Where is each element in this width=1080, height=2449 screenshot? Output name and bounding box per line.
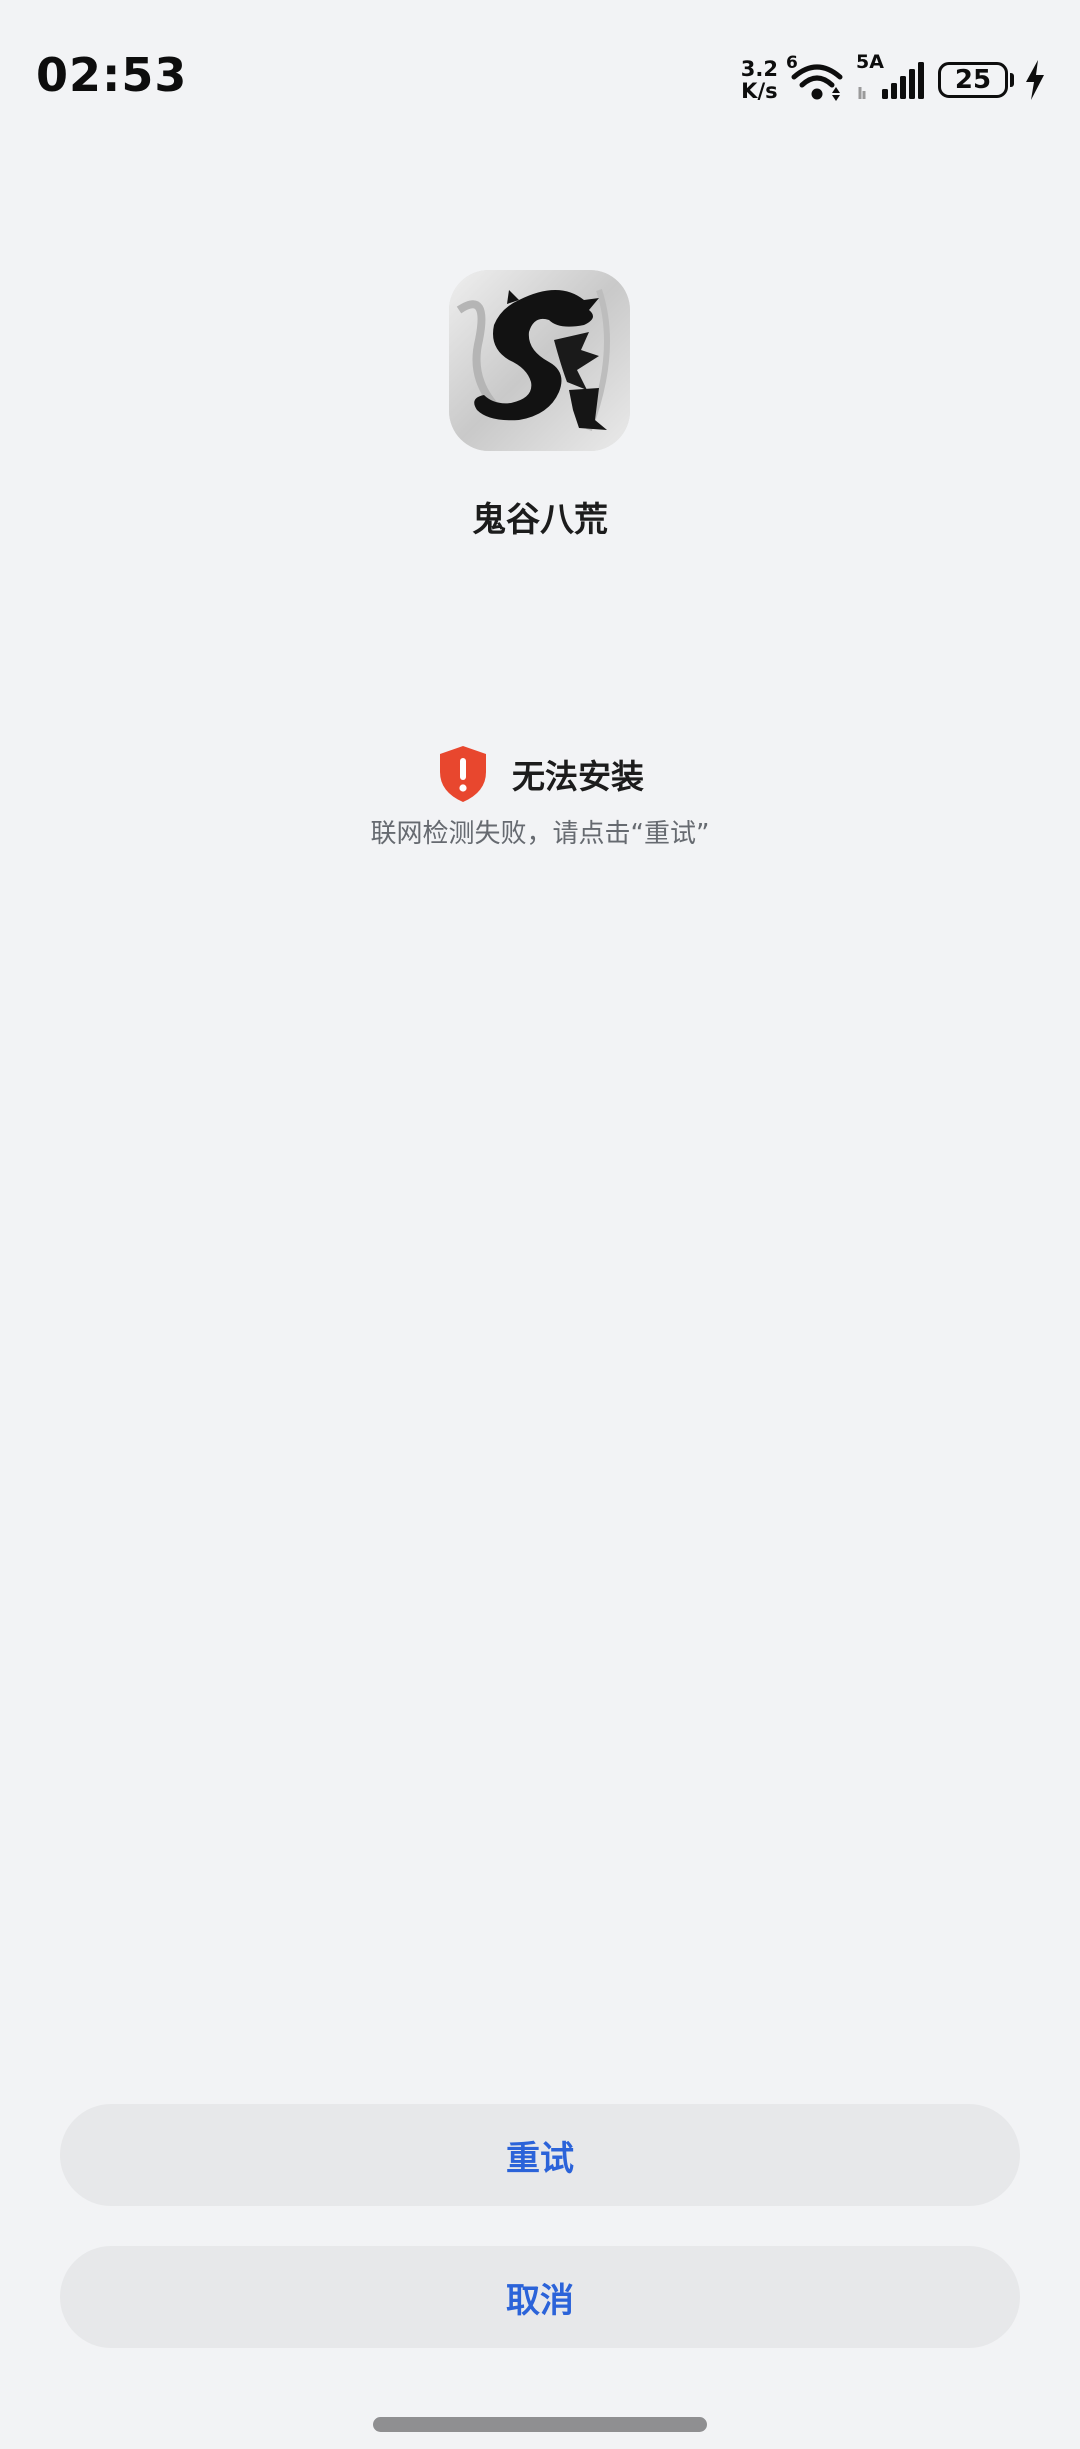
error-description: 联网检测失败，请点击“重试” [370,819,710,849]
dragon-logo-icon [449,270,630,451]
network-speed-value: 3.2 [740,57,778,81]
app-name: 鬼谷八荒 [472,500,608,540]
error-title: 无法安装 [512,757,644,796]
signal-label: 5A [856,51,884,73]
app-icon [449,270,630,451]
network-speed: 3.2 K/s [741,58,778,102]
network-speed-unit: K/s [741,79,778,103]
warning-shield-icon [440,746,486,802]
wifi-label: 6 [786,53,798,73]
cellular-signal-icon: 5A [856,51,928,103]
status-icons: 3.2 K/s 6 5A 25 [741,51,1046,108]
wifi-icon: 6 [786,53,846,103]
status-time: 02:53 [36,48,188,102]
battery-icon: 25 [938,62,1008,98]
install-status-row: 无法安装 [0,744,1080,804]
cancel-button[interactable]: 取消 [60,2246,1020,2348]
charging-bolt-icon [1026,60,1044,100]
retry-button[interactable]: 重试 [60,2104,1020,2206]
battery-tip [1010,73,1014,87]
battery-level: 25 [954,65,992,95]
status-bar: 02:53 3.2 K/s 6 5A 25 [0,0,1080,150]
home-indicator[interactable] [373,2417,707,2432]
